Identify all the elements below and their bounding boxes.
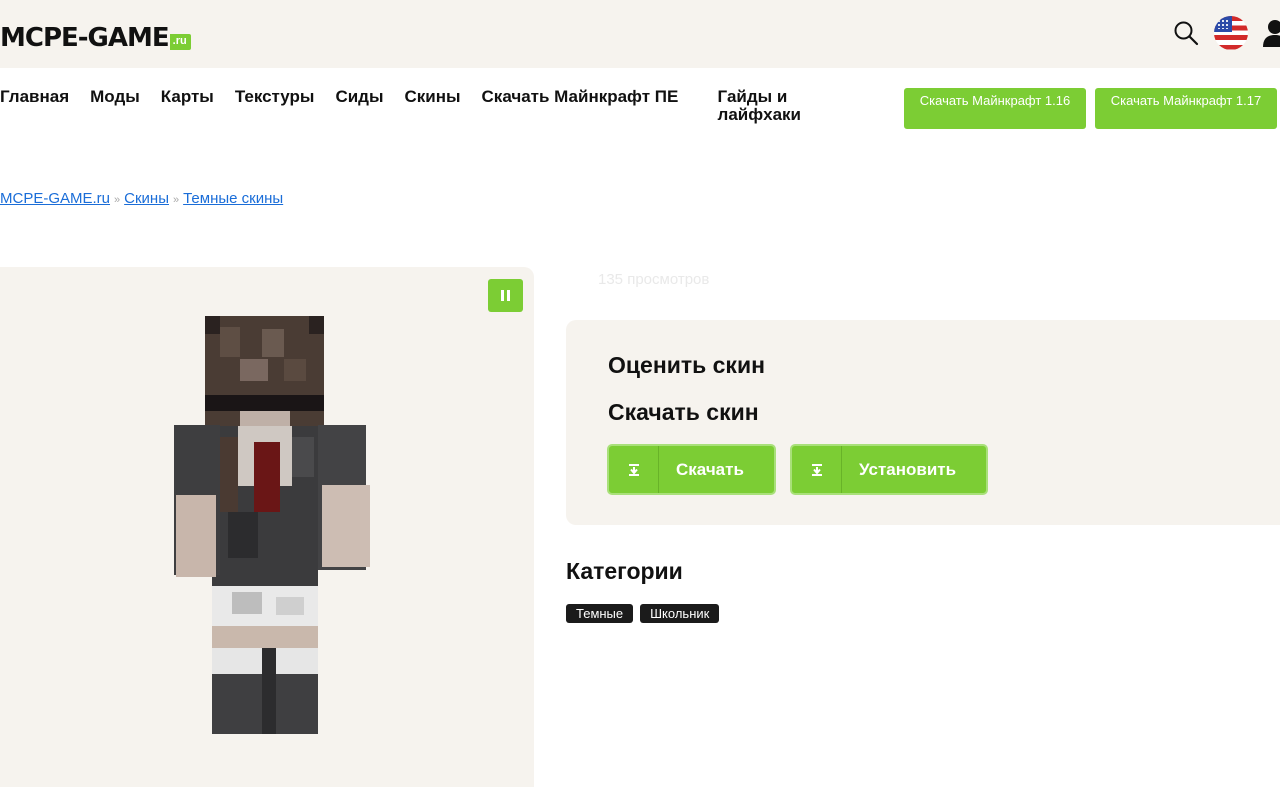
pause-button[interactable] <box>488 279 523 312</box>
categories-title: Категории <box>566 558 683 584</box>
install-skin-button[interactable]: Установить <box>790 444 988 495</box>
tag-schoolboy[interactable]: Школьник <box>640 604 720 623</box>
top-icons <box>1172 15 1280 51</box>
nav-seeds[interactable]: Сиды <box>335 88 383 106</box>
main-nav: Главная Моды Карты Текстуры Сиды Скины С… <box>0 88 849 132</box>
nav-skins[interactable]: Скины <box>405 88 461 106</box>
pause-icon <box>501 290 504 301</box>
search-icon[interactable] <box>1172 19 1200 47</box>
download-116-button[interactable]: Скачать Майнкрафт 1.16 <box>904 88 1086 129</box>
us-flag-icon[interactable] <box>1214 16 1248 50</box>
breadcrumb-dark-skins[interactable]: Темные скины <box>183 190 283 207</box>
top-bar: MCPE-GAME .ru <box>0 0 1280 68</box>
nav-mods[interactable]: Моды <box>90 88 140 106</box>
rate-title: Оценить скин <box>608 352 765 378</box>
views-count: 135 просмотров <box>598 271 710 288</box>
nav-home[interactable]: Главная <box>0 88 69 106</box>
tag-dark[interactable]: Темные <box>566 604 634 623</box>
nav-guides[interactable]: Гайды и лайфхаки <box>718 88 828 124</box>
install-skin-label: Установить <box>859 459 957 479</box>
download-skin-label: Скачать <box>676 459 744 479</box>
skin-legs <box>212 586 318 734</box>
skin-preview[interactable] <box>0 267 534 787</box>
nav-maps[interactable]: Карты <box>161 88 214 106</box>
breadcrumb-separator: » <box>114 194 121 206</box>
download-icon <box>609 446 659 493</box>
skin-torso <box>212 426 318 586</box>
breadcrumb-skins[interactable]: Скины <box>124 190 169 207</box>
download-title: Скачать скин <box>608 399 759 425</box>
skin-actions-panel: Оценить скин Скачать скин Скачать Устано… <box>566 320 1280 525</box>
breadcrumb-separator: » <box>172 194 180 206</box>
user-icon[interactable] <box>1262 18 1280 48</box>
site-logo[interactable]: MCPE-GAME .ru <box>0 20 191 52</box>
download-icon <box>792 446 842 493</box>
skin-model-image <box>174 316 370 734</box>
logo-suffix: .ru <box>169 34 191 50</box>
breadcrumb: MCPE-GAME.ru» Скины» Темные скины <box>0 190 283 207</box>
download-117-button[interactable]: Скачать Майнкрафт 1.17 <box>1095 88 1277 129</box>
nav-textures[interactable]: Текстуры <box>235 88 315 106</box>
skin-head <box>205 316 324 426</box>
nav-download-mcpe[interactable]: Скачать Майнкрафт ПЕ <box>482 88 696 106</box>
logo-text: MCPE-GAME <box>0 23 170 53</box>
download-skin-button[interactable]: Скачать <box>607 444 776 495</box>
breadcrumb-home[interactable]: MCPE-GAME.ru <box>0 190 110 207</box>
category-tags: Темные Школьник <box>566 604 720 623</box>
